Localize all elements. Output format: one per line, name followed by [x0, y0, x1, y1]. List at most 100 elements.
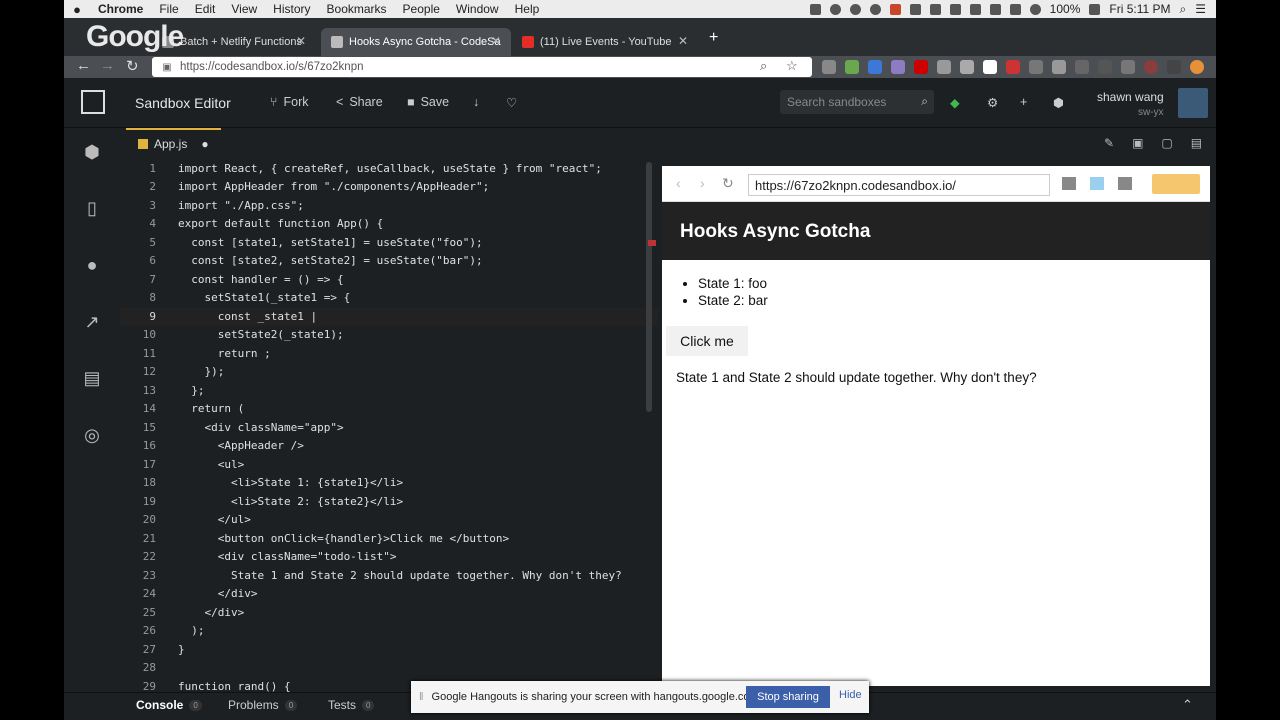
- tab-tests[interactable]: Tests 0: [328, 698, 375, 712]
- menu-dots-icon[interactable]: [1167, 60, 1181, 74]
- cube-icon[interactable]: ⬢: [1053, 95, 1064, 110]
- forward-icon[interactable]: ›: [700, 175, 705, 191]
- project-info-icon[interactable]: ⬢: [82, 142, 102, 162]
- extension-icon[interactable]: [1098, 60, 1112, 74]
- hide-button[interactable]: Hide: [839, 689, 862, 701]
- tray-app-icon[interactable]: [949, 3, 961, 15]
- tab-console[interactable]: Console 0: [136, 698, 202, 712]
- github-icon[interactable]: ●: [82, 255, 102, 275]
- file-tab-app-js[interactable]: App.js ●: [126, 128, 221, 158]
- extension-icon[interactable]: [914, 60, 928, 74]
- extension-icon[interactable]: [1121, 60, 1135, 74]
- menu-help[interactable]: Help: [507, 2, 548, 16]
- menu-history[interactable]: History: [265, 2, 318, 16]
- bookmark-star-icon[interactable]: ☆: [786, 58, 798, 74]
- new-sandbox-button[interactable]: +: [1020, 95, 1027, 109]
- config-files-icon[interactable]: ▤: [82, 368, 102, 388]
- drag-handle-icon[interactable]: ‖: [419, 691, 424, 703]
- airplay-icon[interactable]: [969, 3, 981, 15]
- close-icon[interactable]: ✕: [491, 34, 501, 48]
- share-button[interactable]: < Share: [336, 95, 383, 109]
- fork-button[interactable]: ⑂ Fork: [270, 95, 309, 109]
- patron-icon[interactable]: ◆: [950, 95, 960, 110]
- terminal-icon[interactable]: ▢: [1161, 136, 1172, 150]
- spotlight-icon[interactable]: ⌕: [1180, 2, 1187, 17]
- menu-window[interactable]: Window: [448, 2, 507, 16]
- close-icon[interactable]: ✕: [296, 34, 306, 48]
- chevron-up-icon[interactable]: ⌃: [1182, 697, 1193, 713]
- battery-icon[interactable]: [1089, 3, 1101, 15]
- tray-app-icon[interactable]: [889, 3, 901, 15]
- profile-icon[interactable]: [1144, 60, 1158, 74]
- tray-app-icon[interactable]: [849, 3, 861, 15]
- code-editor[interactable]: 1 import React, { createRef, useCallback,…: [120, 158, 658, 692]
- reload-icon[interactable]: ↻: [722, 175, 734, 192]
- file-explorer-icon[interactable]: ▯: [82, 198, 102, 218]
- menu-view[interactable]: View: [223, 2, 265, 16]
- reload-icon[interactable]: ↻: [126, 57, 139, 75]
- rocket-icon[interactable]: [809, 3, 821, 15]
- responsive-view-icon[interactable]: [1090, 177, 1104, 190]
- zoom-icon[interactable]: ⌕: [760, 58, 767, 74]
- extension-icon[interactable]: [960, 60, 974, 74]
- menu-edit[interactable]: Edit: [187, 2, 224, 16]
- wifi-icon[interactable]: [1029, 3, 1041, 15]
- user-name[interactable]: shawn wang: [1097, 90, 1164, 104]
- back-icon[interactable]: ←: [76, 57, 91, 74]
- clock[interactable]: Fri 5:11 PM: [1109, 2, 1170, 16]
- tray-app-icon[interactable]: [829, 3, 841, 15]
- prettify-icon[interactable]: ✎: [1104, 136, 1114, 150]
- forward-icon[interactable]: →: [100, 57, 115, 74]
- extension-icon[interactable]: [1190, 60, 1204, 74]
- browser-view-icon[interactable]: ▣: [1132, 136, 1143, 150]
- extension-icon[interactable]: [983, 60, 997, 74]
- extension-icon[interactable]: [1075, 60, 1089, 74]
- notification-center-icon[interactable]: ☰: [1195, 2, 1206, 16]
- back-icon[interactable]: ‹: [676, 175, 681, 191]
- search-sandboxes-input[interactable]: Search sandboxes ⌕: [780, 90, 934, 114]
- click-me-button[interactable]: Click me: [666, 326, 748, 356]
- browser-tab-active[interactable]: Hooks Async Gotcha - CodeSa ✕: [321, 28, 511, 56]
- live-icon[interactable]: ◎: [82, 425, 102, 445]
- new-tab-icon[interactable]: +: [709, 29, 718, 47]
- code-text: <div className="todo-list">: [178, 550, 397, 563]
- console-toggle-icon[interactable]: [1062, 177, 1076, 190]
- open-new-window-icon[interactable]: [1118, 177, 1132, 190]
- volume-icon[interactable]: [1009, 3, 1021, 15]
- save-button[interactable]: ■ Save: [407, 95, 449, 109]
- gear-icon[interactable]: ⚙: [987, 95, 998, 110]
- browser-tab[interactable]: (11) Live Events - YouTube ✕: [512, 28, 698, 56]
- tab-problems[interactable]: Problems 0: [228, 698, 298, 712]
- preview-url-input[interactable]: https://67zo2knpn.codesandbox.io/: [748, 174, 1050, 196]
- extension-icon[interactable]: [1052, 60, 1066, 74]
- tray-app-icon[interactable]: [909, 3, 921, 15]
- menu-app-name[interactable]: Chrome: [90, 2, 151, 16]
- apple-icon[interactable]: ●: [64, 2, 90, 17]
- close-icon[interactable]: ✕: [678, 34, 688, 48]
- download-button[interactable]: ↓: [473, 95, 479, 109]
- extension-icon[interactable]: [868, 60, 882, 74]
- avatar[interactable]: [1178, 88, 1208, 118]
- extension-icon[interactable]: [1029, 60, 1043, 74]
- like-button[interactable]: ♡: [506, 95, 517, 110]
- screen: ● Chrome File Edit View History Bookmark…: [64, 0, 1216, 720]
- menu-bookmarks[interactable]: Bookmarks: [319, 2, 395, 16]
- editor-scrollbar[interactable]: [646, 162, 652, 412]
- tray-app-icon[interactable]: [929, 3, 941, 15]
- line-number: 9: [149, 310, 156, 323]
- deploy-rocket-icon[interactable]: ↗: [82, 312, 102, 332]
- split-view-icon[interactable]: ▤: [1191, 136, 1202, 150]
- extension-icon[interactable]: [1006, 60, 1020, 74]
- extension-icon[interactable]: [845, 60, 859, 74]
- codesandbox-logo-icon[interactable]: [81, 90, 105, 114]
- menu-file[interactable]: File: [151, 2, 186, 16]
- extension-icon[interactable]: [822, 60, 836, 74]
- unsaved-indicator[interactable]: ●: [201, 137, 208, 151]
- address-bar[interactable]: ▣ https://codesandbox.io/s/67zo2knpn ⌕ ☆: [152, 57, 812, 77]
- bluetooth-icon[interactable]: [989, 3, 1001, 15]
- tray-app-icon[interactable]: [869, 3, 881, 15]
- extension-icon[interactable]: [891, 60, 905, 74]
- menu-people[interactable]: People: [395, 2, 448, 16]
- extension-icon[interactable]: [937, 60, 951, 74]
- stop-sharing-button[interactable]: Stop sharing: [746, 686, 830, 708]
